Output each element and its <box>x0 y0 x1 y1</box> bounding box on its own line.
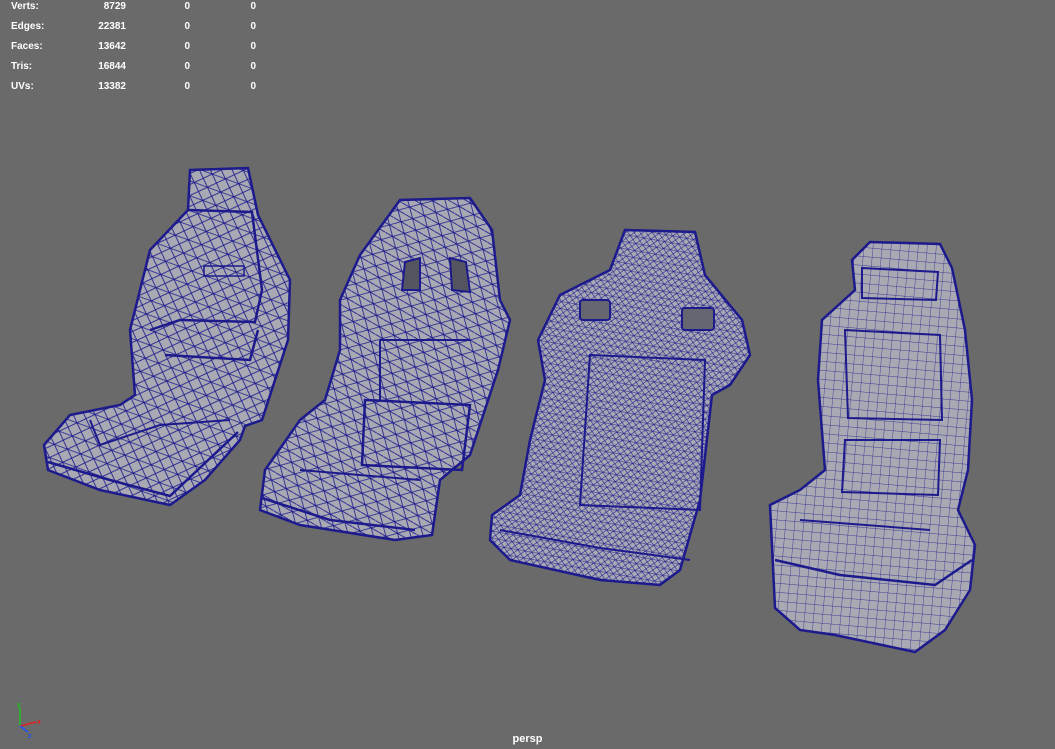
hud-value-component: 0 <box>250 41 256 52</box>
hud-label: Tris: <box>11 61 33 72</box>
camera-name-label: persp <box>512 733 543 745</box>
hud-value-object: 16844 <box>98 61 126 72</box>
seat-model-1[interactable] <box>42 166 292 507</box>
viewport-3d[interactable] <box>0 0 1055 749</box>
seat-model-3[interactable] <box>488 228 752 587</box>
hud-label: Faces: <box>11 41 43 52</box>
hud-value-component: 0 <box>250 81 256 92</box>
hud-value-selected: 0 <box>184 1 190 12</box>
hud-value-object: 8729 <box>103 1 126 12</box>
axis-x-line <box>19 721 37 727</box>
hud-value-object: 13382 <box>98 81 126 92</box>
hud-value-component: 0 <box>250 1 256 12</box>
hud-label: Edges: <box>11 21 45 32</box>
hud-value-component: 0 <box>250 61 256 72</box>
hud-label: Verts: <box>11 1 39 12</box>
hud-value-selected: 0 <box>184 61 190 72</box>
axis-x-label: x <box>37 719 41 726</box>
hud-value-selected: 0 <box>184 81 190 92</box>
hud-value-object: 22381 <box>98 21 126 32</box>
hud-value-selected: 0 <box>184 41 190 52</box>
hud-value-component: 0 <box>250 21 256 32</box>
axis-z-line <box>19 725 29 733</box>
hud-value-object: 13642 <box>98 41 126 52</box>
axis-y-label: y <box>17 702 21 709</box>
seat-model-2[interactable] <box>258 196 512 542</box>
hud-value-selected: 0 <box>184 21 190 32</box>
hud-label: UVs: <box>11 81 34 92</box>
seat-model-4[interactable] <box>768 240 977 654</box>
